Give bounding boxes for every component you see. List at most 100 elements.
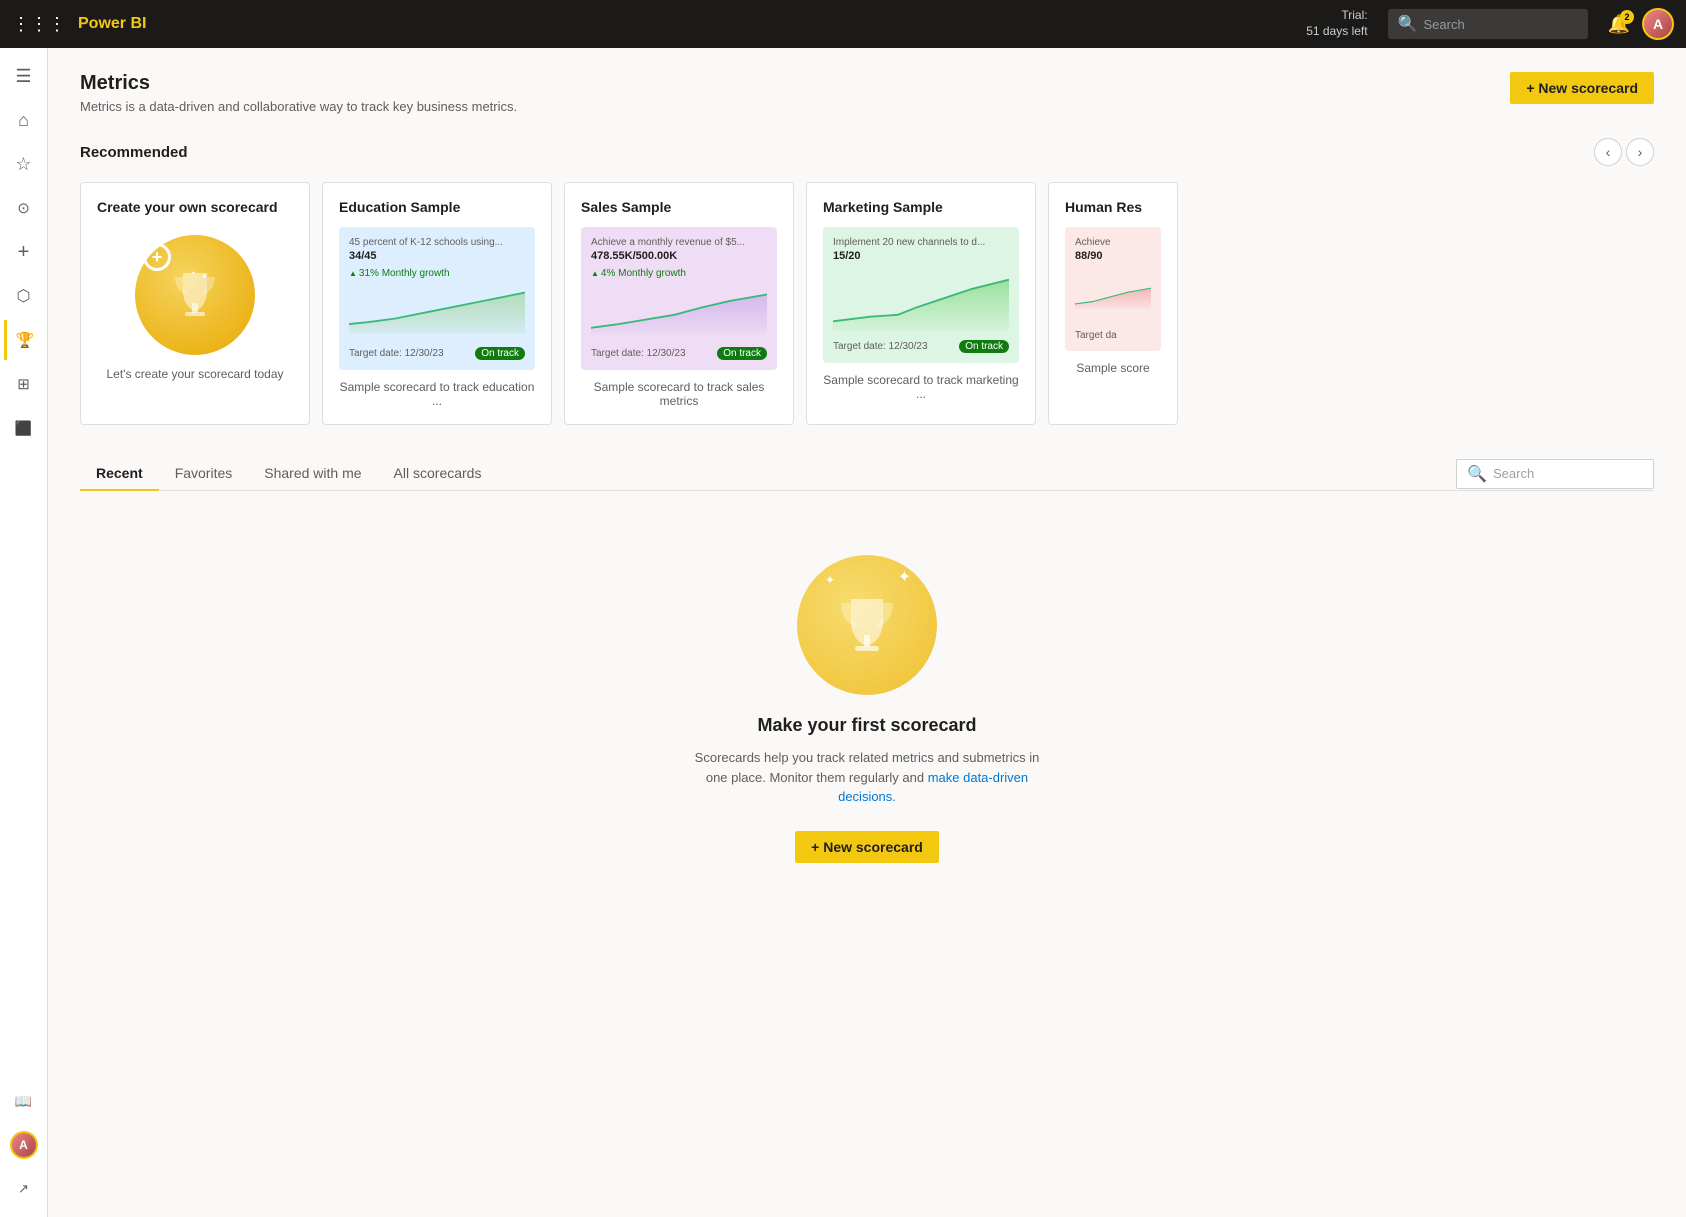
- sidebar-item-monitoring[interactable]: ⊞: [4, 364, 44, 404]
- empty-state-title: Make your first scorecard: [757, 715, 976, 736]
- sales-sample-card[interactable]: Sales Sample Achieve a monthly revenue o…: [564, 182, 794, 425]
- sales-preview-title: Achieve a monthly revenue of $5...: [591, 237, 767, 248]
- carousel-prev-button[interactable]: ‹: [1594, 138, 1622, 166]
- education-chart: [349, 285, 525, 340]
- hr-preview-title: Achieve: [1075, 237, 1151, 248]
- apps-icon: ⬛: [15, 420, 32, 437]
- empty-state-new-scorecard-button[interactable]: + New scorecard: [795, 831, 939, 863]
- user-avatar[interactable]: A: [1642, 8, 1674, 40]
- recommended-section-header: Recommended ‹ ›: [80, 138, 1654, 166]
- empty-state-description: Scorecards help you track related metric…: [687, 748, 1047, 807]
- main-layout: ☰ ⌂ ☆ ⊙ + ⬡ 🏆 ⊞ ⬛ 📖 A: [0, 48, 1686, 1217]
- new-scorecard-button[interactable]: + New scorecard: [1510, 72, 1654, 104]
- page-title: Metrics: [80, 72, 517, 95]
- tab-recent[interactable]: Recent: [80, 457, 159, 491]
- svg-text:✦: ✦: [201, 272, 208, 281]
- education-footer: Target date: 12/30/23 On track: [349, 347, 525, 360]
- sidebar-item-user[interactable]: A: [4, 1125, 44, 1165]
- create-icon: +: [18, 241, 30, 264]
- education-preview-value: 34/45: [349, 250, 525, 262]
- grid-menu-icon[interactable]: ⋮⋮⋮: [12, 14, 66, 35]
- education-preview-title: 45 percent of K-12 schools using...: [349, 237, 525, 248]
- page-header: Metrics Metrics is a data-driven and col…: [80, 72, 1654, 114]
- hr-preview-value: 88/90: [1075, 250, 1151, 262]
- hr-card-desc: Sample score: [1065, 361, 1161, 375]
- marketing-chart: [833, 268, 1009, 333]
- trial-info: Trial: 51 days left: [1306, 8, 1367, 39]
- sales-card-desc: Sample scorecard to track sales metrics: [581, 380, 777, 408]
- tab-all-scorecards[interactable]: All scorecards: [378, 457, 498, 491]
- human-resources-card[interactable]: Human Res Achieve 88/90: [1048, 182, 1178, 425]
- recommended-title: Recommended: [80, 144, 188, 161]
- education-sample-card[interactable]: Education Sample 45 percent of K-12 scho…: [322, 182, 552, 425]
- empty-state: ✦ ✦ Make your first scorecard Scorecards…: [80, 515, 1654, 903]
- notification-badge: 2: [1620, 10, 1634, 24]
- tabs-search-icon: 🔍: [1467, 464, 1487, 484]
- education-preview: 45 percent of K-12 schools using... 34/4…: [339, 227, 535, 370]
- trophy-circle: + ✦ ✦: [135, 235, 255, 355]
- sidebar-item-recent[interactable]: ⊙: [4, 188, 44, 228]
- sidebar-item-external[interactable]: ↗: [4, 1169, 44, 1209]
- marketing-preview: Implement 20 new channels to d... 15/20: [823, 227, 1019, 363]
- sidebar-item-create[interactable]: +: [4, 232, 44, 272]
- marketing-status-badge: On track: [959, 340, 1009, 353]
- education-growth: 31% Monthly growth: [349, 268, 525, 279]
- marketing-card-desc: Sample scorecard to track marketing ...: [823, 373, 1019, 401]
- sales-preview-value: 478.55K/500.00K: [591, 250, 767, 262]
- sales-footer: Target date: 12/30/23 On track: [591, 347, 767, 360]
- create-card-desc: Let's create your scorecard today: [106, 367, 283, 381]
- hr-footer: Target da: [1075, 330, 1151, 341]
- marketing-preview-value: 15/20: [833, 250, 1009, 262]
- sidebar-item-home[interactable]: ⌂: [4, 100, 44, 140]
- human-resources-preview: Achieve 88/90 Target da: [1065, 227, 1161, 351]
- hr-chart: [1075, 268, 1151, 323]
- sales-growth: 4% Monthly growth: [591, 268, 767, 279]
- sales-chart: [591, 285, 767, 340]
- external-icon: ↗: [18, 1181, 29, 1197]
- empty-state-trophy-svg: [831, 589, 903, 661]
- recommended-cards-row: Create your own scorecard + ✦ ✦: [80, 182, 1654, 425]
- tab-shared-with-me[interactable]: Shared with me: [248, 457, 377, 491]
- sidebar-item-hamburger[interactable]: ☰: [4, 56, 44, 96]
- home-icon: ⌂: [18, 110, 29, 131]
- trophy-svg-large: ✦ ✦: [165, 265, 225, 325]
- top-navigation: ⋮⋮⋮ Power BI Trial: 51 days left 🔍 🔔 2 A: [0, 0, 1686, 48]
- tabs-search-box[interactable]: 🔍: [1456, 459, 1654, 489]
- sidebar-item-apps[interactable]: ⬛: [4, 408, 44, 448]
- notifications-button[interactable]: 🔔 2: [1608, 14, 1630, 35]
- marketing-preview-title: Implement 20 new channels to d...: [833, 237, 1009, 248]
- empty-state-trophy-circle: ✦ ✦: [797, 555, 937, 695]
- education-card-desc: Sample scorecard to track education ...: [339, 380, 535, 408]
- global-search-box[interactable]: 🔍: [1388, 9, 1588, 39]
- page-subtitle: Metrics is a data-driven and collaborati…: [80, 99, 517, 114]
- sidebar-avatar: A: [10, 1131, 38, 1159]
- carousel-next-button[interactable]: ›: [1626, 138, 1654, 166]
- marketing-sample-card[interactable]: Marketing Sample Implement 20 new channe…: [806, 182, 1036, 425]
- metrics-icon: 🏆: [16, 331, 35, 349]
- sidebar: ☰ ⌂ ☆ ⊙ + ⬡ 🏆 ⊞ ⬛ 📖 A: [0, 48, 48, 1217]
- sales-status-badge: On track: [717, 347, 767, 360]
- favorites-icon: ☆: [15, 154, 31, 175]
- education-status-badge: On track: [475, 347, 525, 360]
- sparkle-icon-tr: ✦: [898, 567, 911, 587]
- carousel-nav: ‹ ›: [1594, 138, 1654, 166]
- education-card-title: Education Sample: [339, 199, 535, 215]
- tabs-search-input[interactable]: [1493, 466, 1643, 481]
- sidebar-item-learn[interactable]: 📖: [4, 1081, 44, 1121]
- create-card-content: + ✦ ✦ Let's create your scorecard t: [97, 227, 293, 389]
- make-data-driven-link[interactable]: make data-driven decisions.: [838, 770, 1028, 805]
- global-search-input[interactable]: [1424, 17, 1600, 32]
- svg-text:✦: ✦: [191, 270, 196, 277]
- recent-icon: ⊙: [17, 199, 30, 217]
- sales-preview: Achieve a monthly revenue of $5... 478.5…: [581, 227, 777, 370]
- page-header-text: Metrics Metrics is a data-driven and col…: [80, 72, 517, 114]
- plus-circle-icon: +: [143, 243, 171, 271]
- main-content: Metrics Metrics is a data-driven and col…: [48, 48, 1686, 1217]
- hamburger-icon: ☰: [15, 66, 31, 87]
- create-scorecard-card[interactable]: Create your own scorecard + ✦ ✦: [80, 182, 310, 425]
- sidebar-item-datahub[interactable]: ⬡: [4, 276, 44, 316]
- tab-favorites[interactable]: Favorites: [159, 457, 249, 491]
- sidebar-item-metrics[interactable]: 🏆: [4, 320, 44, 360]
- sidebar-item-favorites[interactable]: ☆: [4, 144, 44, 184]
- sales-card-title: Sales Sample: [581, 199, 777, 215]
